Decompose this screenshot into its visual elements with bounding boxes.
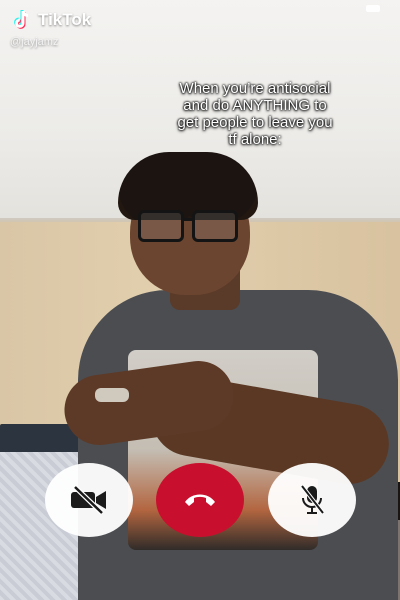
- video-caption: When you’re antisocial and do ANYTHING t…: [177, 80, 333, 148]
- tiktok-watermark: TikTok @jayjamz: [10, 8, 91, 48]
- tiktok-logo-icon: [14, 10, 29, 29]
- battery-icon: [366, 5, 380, 12]
- hang-up-icon: [185, 494, 215, 506]
- mic-off-icon: [300, 484, 325, 515]
- end-call-button[interactable]: [156, 463, 244, 537]
- tiktok-brand: TikTok: [10, 8, 91, 32]
- held-object: [95, 388, 129, 402]
- glasses: [138, 210, 242, 242]
- mic-toggle-button[interactable]: [268, 463, 356, 537]
- video-toggle-button[interactable]: [45, 463, 133, 537]
- video-off-icon: [71, 485, 106, 515]
- username: @jayjamz: [10, 36, 59, 48]
- tiktok-name: TikTok: [38, 10, 92, 29]
